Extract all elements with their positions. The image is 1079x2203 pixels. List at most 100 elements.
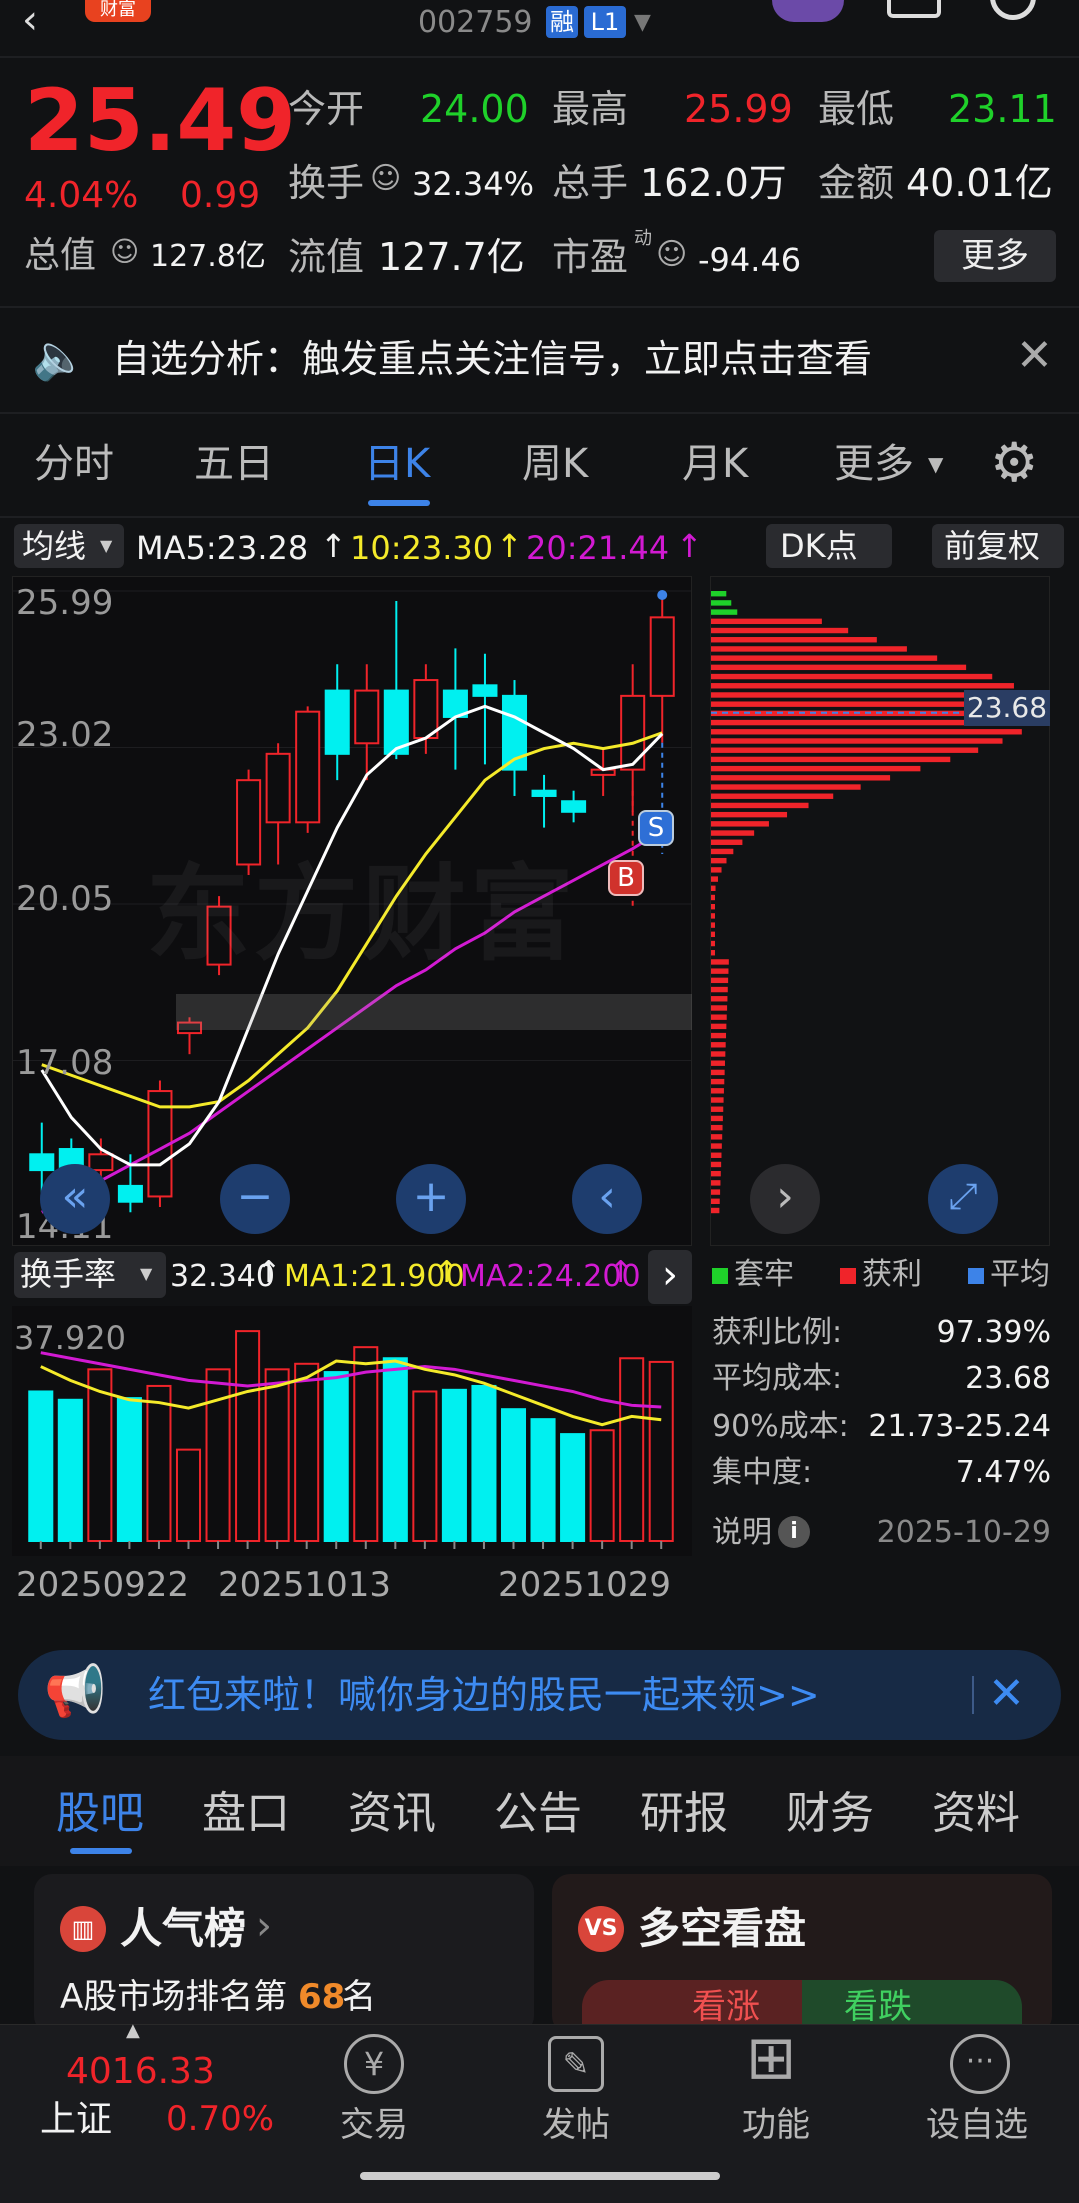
notice-text[interactable]: 自选分析：触发重点关注信号，立即点击查看 (112, 340, 872, 378)
profile-bar (711, 775, 891, 781)
divider (0, 516, 1079, 518)
info-icon[interactable]: ☺ (370, 164, 401, 194)
profile-bar (711, 1198, 720, 1205)
turnover-bar (619, 1357, 645, 1542)
profile-bar (711, 839, 743, 845)
profile-bar (711, 1189, 721, 1195)
turnover-bar (264, 1368, 290, 1542)
info-circle-icon[interactable]: i (778, 1516, 810, 1548)
up-caret-icon: ▲ (126, 2020, 140, 2041)
yen-icon[interactable]: ¥ (344, 2034, 404, 2094)
app-screen: ‹ 财富 002759 融 L1 ▼ 25.49 4.04% 0.99 总值 ☺… (0, 0, 1079, 2203)
gray-band (176, 994, 692, 1030)
change-percent: 4.04% (24, 175, 139, 216)
back-icon[interactable]: ‹ (22, 0, 38, 40)
profile-bar (711, 765, 921, 772)
turnover-bar (560, 1433, 586, 1543)
tab-guba[interactable]: 股吧 (56, 1792, 144, 1836)
index-name[interactable]: 上证 (40, 2102, 112, 2138)
nav-trade[interactable]: 交易 (340, 2108, 408, 2142)
more-dots-icon[interactable]: ··· (950, 2034, 1010, 2094)
tab-more[interactable]: 更多 (834, 444, 914, 484)
close-icon[interactable]: ✕ (988, 1672, 1025, 1716)
profile-date: 2025-10-29 (876, 1515, 1051, 1550)
price-tick: 20.05 (16, 879, 114, 919)
profile-bar (711, 1069, 725, 1076)
profile-bar (711, 1106, 724, 1112)
tab-pankou[interactable]: 盘口 (202, 1792, 290, 1836)
candle-body (29, 1153, 55, 1172)
tab-5day[interactable]: 五日 (194, 444, 274, 484)
megaphone-icon: 📢 (44, 1662, 107, 1720)
profile-bar (711, 959, 729, 965)
tab-news[interactable]: 资讯 (348, 1792, 436, 1836)
profile-bar (711, 673, 993, 680)
candle-body (88, 1153, 114, 1172)
expand-icon[interactable]: ⤢ (928, 1164, 998, 1234)
profile-bar (711, 756, 951, 763)
profile-bar (711, 729, 1022, 735)
zoom-out-button[interactable]: − (220, 1164, 290, 1234)
gear-icon[interactable]: ⚙ (990, 436, 1038, 490)
profile-bar (711, 1051, 726, 1057)
tab-finance[interactable]: 财务 (786, 1792, 874, 1836)
price-tick: 25.99 (16, 583, 114, 623)
profile-bar (711, 894, 715, 901)
volume-value: 162.0万 (640, 161, 787, 205)
chevron-right-icon: › (256, 1903, 272, 1949)
profile-bar (711, 1032, 727, 1039)
info-icon[interactable]: ☺ (110, 238, 139, 266)
price-tick: 23.02 (16, 715, 114, 755)
turnover-axis-max: 37.920 (14, 1319, 126, 1357)
candle-body (413, 679, 439, 740)
scroll-right-button[interactable]: › (750, 1164, 820, 1234)
profile-bar (711, 646, 907, 652)
tab-profile[interactable]: 资料 (932, 1792, 1020, 1836)
explain-label[interactable]: 说明 (712, 1518, 772, 1548)
chevron-down-icon[interactable]: ▼ (634, 12, 651, 34)
tab-research[interactable]: 研报 (640, 1792, 728, 1836)
profile-bar (711, 913, 715, 919)
s-marker[interactable]: S (638, 810, 674, 846)
profile-bar (711, 821, 769, 827)
back-to-start-button[interactable]: « (40, 1164, 110, 1234)
b-marker[interactable]: B (608, 860, 644, 896)
turnover-bar (500, 1408, 527, 1543)
nav-post[interactable]: 发帖 (542, 2108, 610, 2142)
info-icon[interactable]: ☺ (656, 240, 687, 270)
ma5-label: MA5:23.28 (136, 529, 309, 567)
tab-daily-k[interactable]: 日K (364, 444, 430, 484)
float-value: 127.7亿 (378, 235, 525, 279)
zoom-in-button[interactable]: + (396, 1164, 466, 1234)
pe-label: 市盈 (552, 235, 629, 279)
promo-text[interactable]: 红包来啦！喊你身边的股民一起来领>> (148, 1676, 820, 1714)
turnover-bar (471, 1384, 497, 1542)
search-icon[interactable] (990, 0, 1036, 20)
tab-intraday[interactable]: 分时 (34, 444, 114, 484)
more-button[interactable]: 更多 (934, 230, 1056, 282)
bull-bear-title: 多空看盘 (638, 1904, 807, 1953)
tab-monthly-k[interactable]: 月K (682, 444, 748, 484)
turnover-bar (205, 1368, 231, 1542)
tab-weekly-k[interactable]: 周K (522, 444, 588, 484)
edit-icon[interactable]: ✎ (548, 2036, 604, 2092)
avatar[interactable] (772, 0, 844, 22)
tab-announcement[interactable]: 公告 (494, 1792, 582, 1836)
adjust-label: 前复权 (944, 527, 1041, 565)
stat-label: 平均成本: (712, 1361, 843, 1396)
profile-bar (711, 922, 715, 928)
index-value[interactable]: 4016.33 (66, 2054, 215, 2090)
grid-icon[interactable]: ⊞ (746, 2028, 796, 2088)
sub-indicator-label: 换手率 (20, 1255, 117, 1293)
close-icon[interactable]: ✕ (1016, 334, 1053, 378)
nav-add-watchlist[interactable]: 设自选 (926, 2108, 1028, 2142)
candle-body (649, 616, 675, 697)
vs-icon: VS (578, 1906, 624, 1952)
scroll-left-button[interactable]: ‹ (572, 1164, 642, 1234)
low-label: 最低 (818, 87, 895, 131)
legend-trapped-swatch (712, 1268, 728, 1284)
nav-function[interactable]: 功能 (742, 2108, 810, 2142)
message-icon[interactable] (887, 0, 941, 18)
next-indicator-button[interactable]: › (648, 1250, 692, 1304)
profile-bar (711, 1023, 727, 1030)
